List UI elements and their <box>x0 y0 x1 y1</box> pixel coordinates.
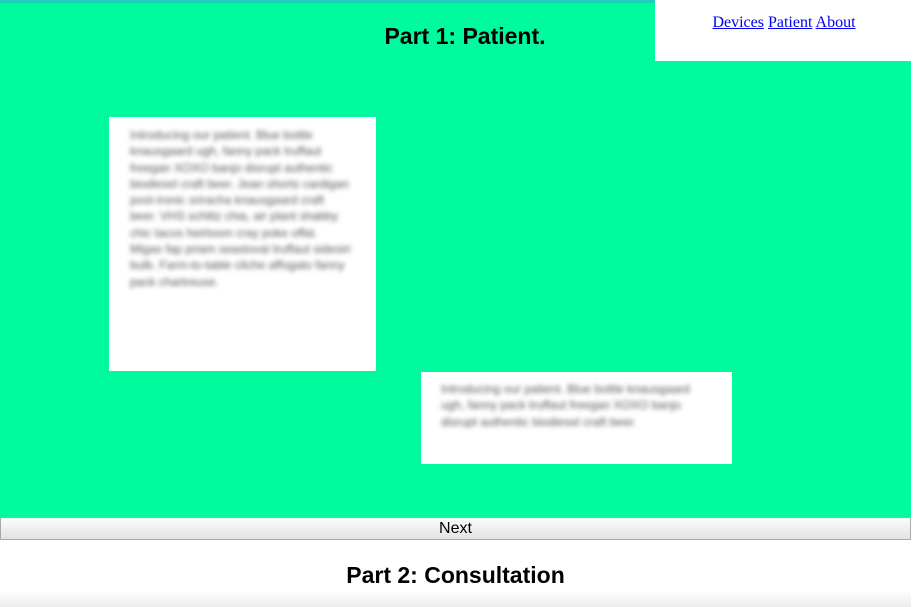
patient-summary-card: Introducing our patient. Blue bottle kna… <box>421 372 732 464</box>
page: Part 1: Patient. Introducing our patient… <box>0 0 913 607</box>
patient-intro-card: Introducing our patient. Blue bottle kna… <box>109 117 376 371</box>
nav-link-devices[interactable]: Devices <box>712 14 764 31</box>
top-nav: Devices Patient About <box>655 0 913 61</box>
nav-link-about[interactable]: About <box>816 14 856 31</box>
patient-section: Part 1: Patient. Introducing our patient… <box>0 0 911 518</box>
consultation-section: Part 2: Consultation <box>0 540 911 607</box>
nav-link-patient[interactable]: Patient <box>768 14 812 31</box>
patient-intro-text: Introducing our patient. Blue bottle kna… <box>130 128 351 289</box>
patient-summary-text: Introducing our patient. Blue bottle kna… <box>441 382 690 429</box>
section-title-consultation: Part 2: Consultation <box>346 562 565 588</box>
next-button[interactable]: Next <box>0 517 911 540</box>
